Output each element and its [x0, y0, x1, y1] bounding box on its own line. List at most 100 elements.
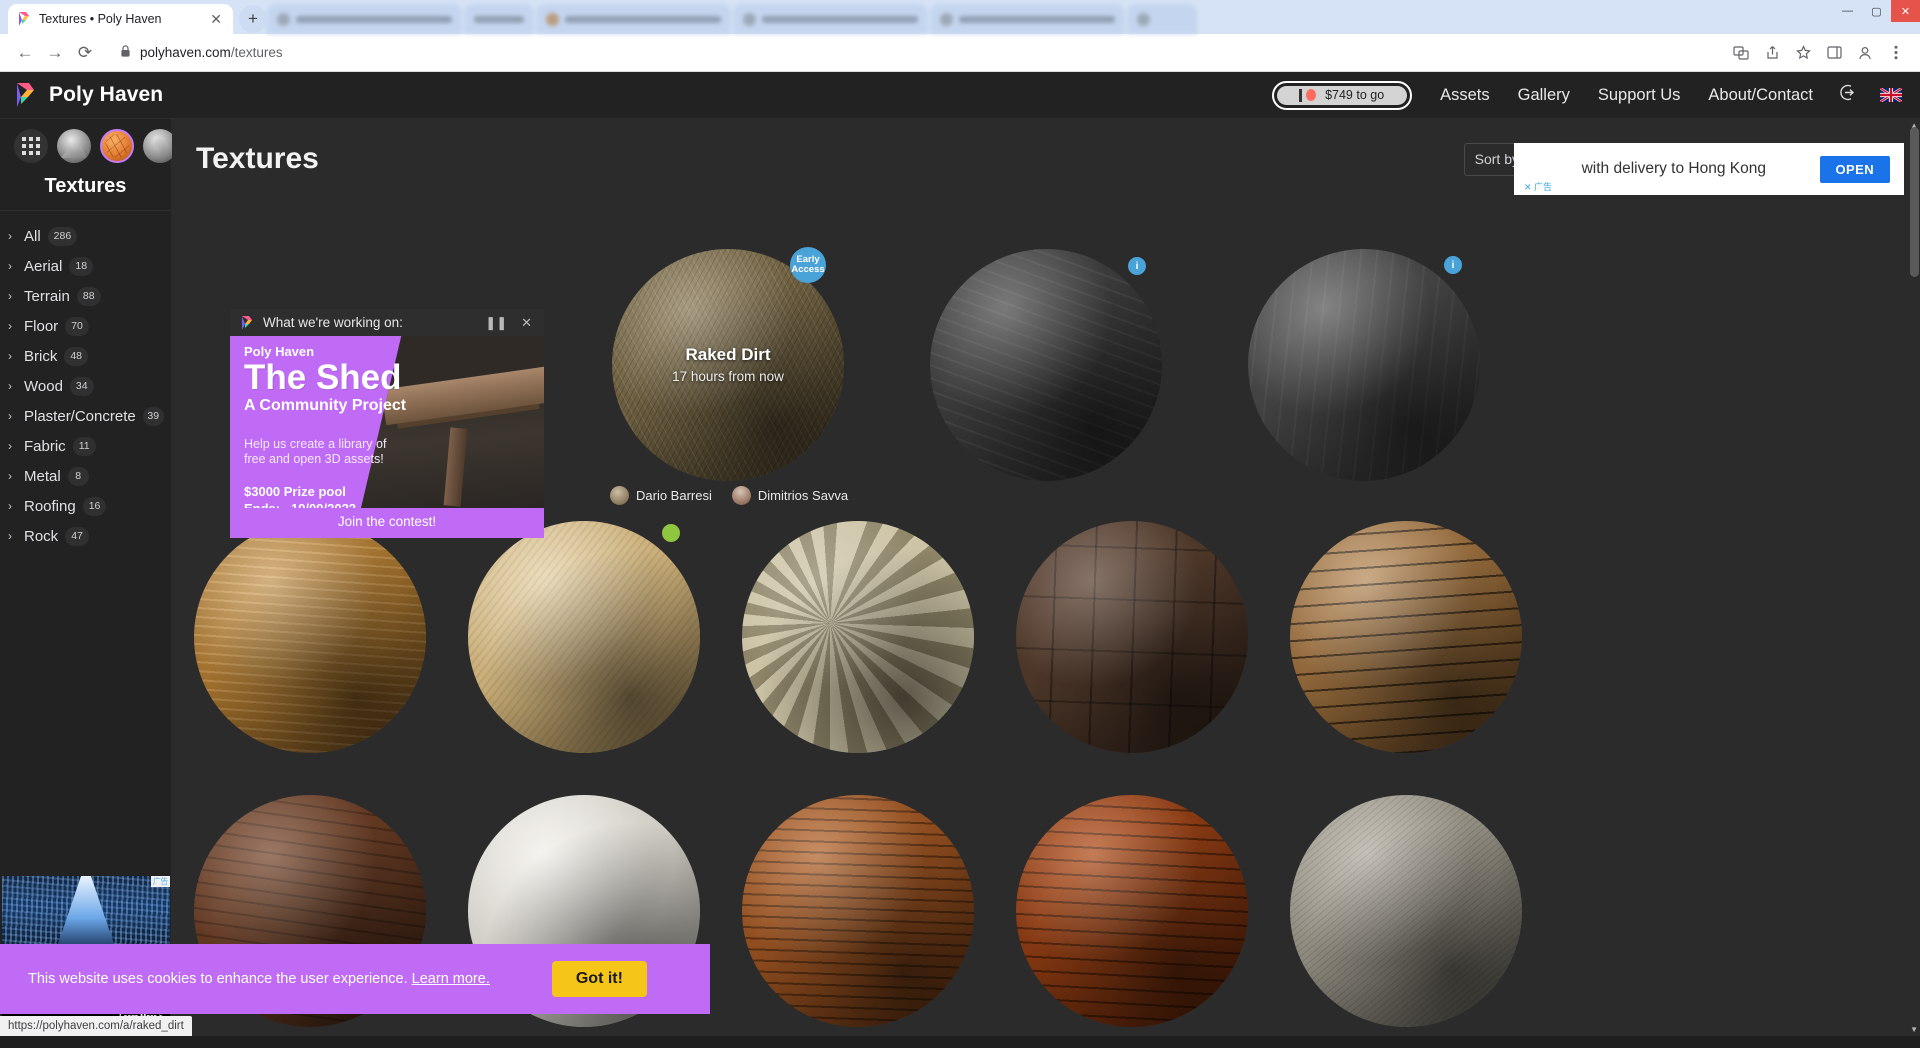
tab-title-blurred	[565, 15, 721, 23]
forward-icon[interactable]: →	[40, 38, 70, 68]
url-host: polyhaven.com	[140, 45, 231, 60]
page-scrollbar[interactable]: ▲ ▼	[1907, 119, 1920, 1036]
sidebar-item-metal[interactable]: › Metal 8	[0, 461, 171, 491]
asset-card[interactable]	[1290, 521, 1522, 753]
new-tab-button[interactable]: +	[239, 5, 267, 33]
main-content: Textures Sort by: Hot ⌄	[172, 119, 1920, 1036]
close-window-button[interactable]: ✕	[1891, 0, 1920, 22]
menu-icon[interactable]	[1882, 39, 1910, 67]
sidepanel-icon[interactable]	[1820, 39, 1848, 67]
deadline-label: Ends:	[244, 501, 280, 508]
textures-icon[interactable]	[100, 129, 134, 163]
asset-card[interactable]	[1016, 521, 1248, 753]
tab-close-icon[interactable]: ✕	[207, 11, 225, 28]
sidebar-item-rock[interactable]: › Rock 47	[0, 521, 171, 551]
browser-toolbar: ← → ⟳ polyhaven.com/textures	[0, 34, 1920, 72]
asset-card[interactable]	[468, 521, 700, 753]
promo-prize: $3000 Prize pool	[244, 484, 346, 500]
scrollbar-thumb[interactable]	[1910, 127, 1919, 277]
status-bar: https://polyhaven.com/a/raked_dirt	[0, 1016, 192, 1036]
browser-tab-active[interactable]: Textures • Poly Haven ✕	[8, 4, 233, 34]
promo-deadline: Ends: 19/09/2022	[244, 501, 544, 508]
sidebar-item-fabric[interactable]: › Fabric 11	[0, 431, 171, 461]
maximize-button[interactable]: ▢	[1862, 0, 1891, 22]
asset-thumbnail	[1016, 795, 1248, 1027]
profile-icon[interactable]	[1851, 39, 1879, 67]
tab-title-blurred	[296, 15, 452, 23]
category-label: All	[24, 227, 41, 245]
background-tab[interactable]	[733, 4, 928, 34]
chevron-right-icon: ›	[8, 259, 12, 273]
asset-card[interactable]	[1290, 795, 1522, 1027]
taskbar	[0, 1036, 1920, 1048]
sidebar-item-plaster-concrete[interactable]: › Plaster/Concrete 39	[0, 401, 171, 431]
close-icon[interactable]: ✕	[518, 315, 535, 331]
login-icon[interactable]	[1839, 83, 1858, 107]
pause-icon[interactable]: ❚❚	[482, 315, 510, 331]
promo-cta[interactable]: Join the contest!	[230, 508, 544, 538]
sidebar-item-aerial[interactable]: › Aerial 18	[0, 251, 171, 281]
category-label: Fabric	[24, 437, 66, 455]
sidebar-item-wood[interactable]: › Wood 34	[0, 371, 171, 401]
uk-flag-icon[interactable]	[1879, 86, 1903, 104]
all-assets-icon[interactable]	[14, 129, 48, 163]
back-icon[interactable]: ←	[10, 38, 40, 68]
category-label: Aerial	[24, 257, 63, 275]
lock-icon	[120, 44, 131, 61]
share-icon[interactable]	[1758, 39, 1786, 67]
asset-card[interactable]	[742, 795, 974, 1027]
chevron-right-icon: ›	[8, 289, 12, 303]
scroll-down-arrow[interactable]: ▼	[1910, 1025, 1918, 1034]
asset-release-time: 17 hours from now	[672, 369, 784, 384]
reload-icon[interactable]: ⟳	[70, 38, 100, 68]
bookmark-icon[interactable]	[1789, 39, 1817, 67]
promo-card[interactable]: What we're working on: ❚❚ ✕ Poly Haven T…	[230, 309, 544, 538]
background-tab[interactable]	[464, 4, 534, 34]
asset-card[interactable]	[194, 521, 426, 753]
background-tab[interactable]	[267, 4, 462, 34]
asset-thumbnail	[1016, 521, 1248, 753]
site-logo[interactable]: Poly Haven	[12, 82, 174, 108]
sidebar-item-floor[interactable]: › Floor 70	[0, 311, 171, 341]
sidebar: Textures › All 286 › Aerial 18 › Terrain…	[0, 119, 177, 1036]
background-tab[interactable]	[930, 4, 1125, 34]
asset-card[interactable]: i	[1248, 249, 1480, 481]
asset-card[interactable]	[1016, 795, 1248, 1027]
hdris-icon[interactable]	[57, 129, 91, 163]
sidebar-item-all[interactable]: › All 286	[0, 221, 171, 251]
nav-item-gallery[interactable]: Gallery	[1518, 86, 1570, 105]
accept-cookies-button[interactable]: Got it!	[551, 961, 647, 997]
browser-window: Textures • Poly Haven ✕ + — ▢ ✕ ← → ⟳ po…	[0, 0, 1920, 1048]
grid-dots	[22, 137, 40, 155]
minimize-button[interactable]: —	[1833, 0, 1862, 22]
asset-card[interactable]: Early Access Raked Dirt 17 hours from no…	[612, 247, 844, 481]
address-bar[interactable]: polyhaven.com/textures	[108, 40, 1719, 66]
background-tab[interactable]	[536, 4, 731, 34]
sidebar-item-terrain[interactable]: › Terrain 88	[0, 281, 171, 311]
nav-item-assets[interactable]: Assets	[1440, 86, 1490, 105]
nav-item-support-us[interactable]: Support Us	[1598, 86, 1681, 105]
category-list: › All 286 › Aerial 18 › Terrain 88 › Flo…	[0, 211, 171, 551]
url-text: polyhaven.com/textures	[140, 45, 283, 60]
asset-card[interactable]: i	[930, 249, 1162, 481]
background-tab[interactable]	[1127, 4, 1197, 34]
ad-label[interactable]: 广告	[150, 876, 170, 887]
cookie-consent-banner: This website uses cookies to enhance the…	[0, 944, 710, 1014]
ad-open-button[interactable]: OPEN	[1819, 155, 1890, 183]
progress-marker	[1299, 88, 1303, 102]
author-link[interactable]: Dario Barresi	[610, 486, 712, 505]
donation-progress-button[interactable]: $749 to go	[1272, 80, 1413, 110]
info-badge: i	[1444, 256, 1462, 274]
tab-strip: Textures • Poly Haven ✕ + — ▢ ✕	[0, 0, 1920, 34]
nav-item-about-contact[interactable]: About/Contact	[1708, 86, 1813, 105]
sidebar-item-roofing[interactable]: › Roofing 16	[0, 491, 171, 521]
translate-icon[interactable]	[1727, 39, 1755, 67]
author-link[interactable]: Dimitrios Savva	[731, 486, 848, 505]
sidebar-item-brick[interactable]: › Brick 48	[0, 341, 171, 371]
chevron-right-icon: ›	[8, 469, 12, 483]
ad-text: with delivery to Hong Kong	[1581, 160, 1766, 177]
author-name: Dario Barresi	[636, 488, 712, 503]
asset-card[interactable]	[742, 521, 974, 753]
chevron-right-icon: ›	[8, 499, 12, 513]
learn-more-link[interactable]: Learn more.	[412, 971, 490, 987]
